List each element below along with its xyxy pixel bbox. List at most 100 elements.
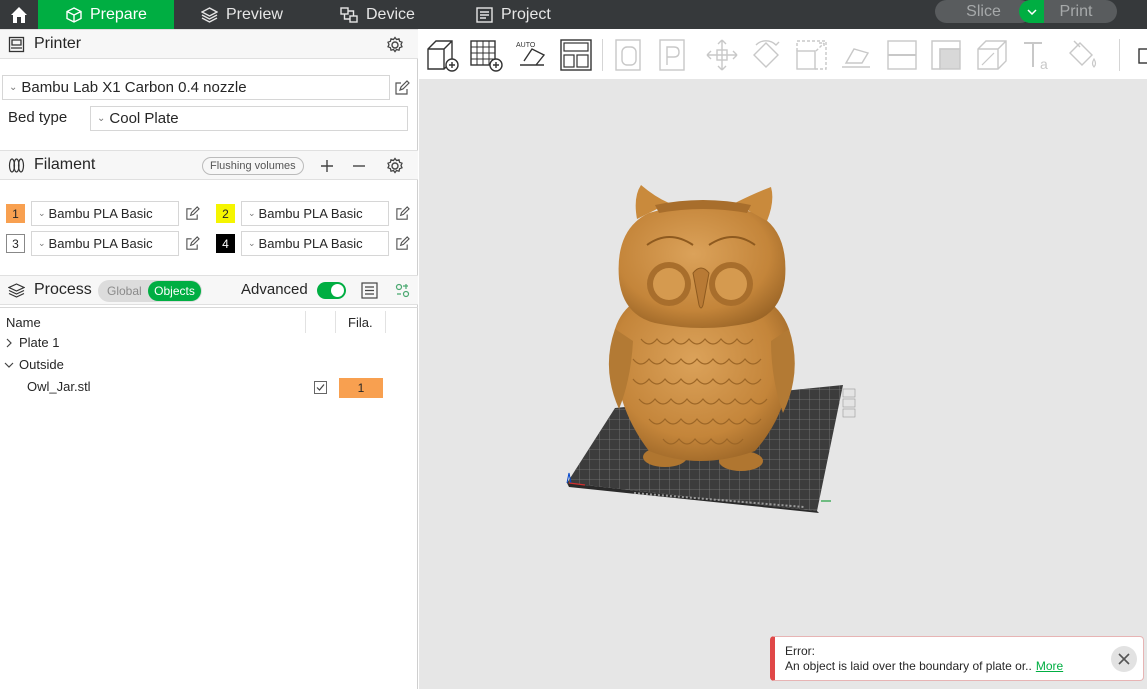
tree-item-object[interactable]: Owl_Jar.stl xyxy=(27,379,91,394)
filament-select-4[interactable]: ⌄ Bambu PLA Basic xyxy=(241,231,389,256)
global-option[interactable]: Global xyxy=(107,284,142,298)
tab-prepare[interactable]: Prepare xyxy=(38,0,174,29)
move-icon[interactable] xyxy=(704,37,740,73)
filament-num: 1 xyxy=(12,206,19,221)
divider xyxy=(385,311,386,333)
error-more-link[interactable]: More xyxy=(1036,659,1063,673)
arrange-icon[interactable] xyxy=(558,37,594,73)
top-bar: Prepare Preview Device Project Slice Pri… xyxy=(0,0,1147,29)
tab-label: Prepare xyxy=(90,5,147,23)
error-message-line: An object is laid over the boundary of p… xyxy=(785,659,1063,673)
print-button[interactable]: Print xyxy=(1019,0,1117,23)
object-filament-num: 1 xyxy=(357,381,365,395)
chevron-down-icon: ⌄ xyxy=(248,208,256,218)
auto-orient-icon[interactable]: AUTO xyxy=(514,37,550,73)
global-objects-toggle[interactable]: Global Objects xyxy=(98,280,202,302)
color-paint-icon[interactable] xyxy=(1064,37,1100,73)
filament-num: 2 xyxy=(222,206,229,221)
cut-icon[interactable] xyxy=(884,37,920,73)
edit-icon[interactable] xyxy=(185,206,200,221)
chevron-down-icon[interactable] xyxy=(4,360,14,370)
objects-option[interactable]: Objects xyxy=(148,281,201,301)
flushing-volumes-button[interactable]: Flushing volumes xyxy=(202,157,304,175)
slice-button[interactable]: Slice xyxy=(935,0,1032,23)
plate-paint-icon[interactable] xyxy=(656,37,692,73)
add-object-icon[interactable] xyxy=(424,37,460,73)
edit-icon[interactable] xyxy=(185,236,200,251)
filament-name: Bambu PLA Basic xyxy=(48,236,153,251)
support-paint-icon[interactable] xyxy=(974,37,1010,73)
error-title: Error: xyxy=(785,644,815,658)
column-header-name[interactable]: Name xyxy=(6,311,41,333)
chevron-down-icon: ⌄ xyxy=(9,82,18,93)
tab-project[interactable]: Project xyxy=(476,0,551,29)
edit-icon[interactable] xyxy=(395,206,410,221)
tab-device[interactable]: Device xyxy=(340,0,415,29)
left-panel: Printer ⌄ Bambu Lab X1 Carbon 0.4 nozzle… xyxy=(0,29,418,689)
tree-item-plate[interactable]: Plate 1 xyxy=(4,335,59,350)
lay-on-face-icon[interactable] xyxy=(838,37,874,73)
error-notification: Error: An object is laid over the bounda… xyxy=(770,636,1144,681)
filament-swatch-3[interactable]: 3 xyxy=(6,234,25,253)
plate-slot-icon[interactable] xyxy=(612,37,648,73)
checkbox-icon[interactable] xyxy=(314,381,327,394)
chevron-down-icon: ⌄ xyxy=(38,238,46,248)
home-icon xyxy=(11,6,27,23)
filament-swatch-4[interactable]: 4 xyxy=(216,234,235,253)
edit-icon[interactable] xyxy=(394,80,410,96)
add-plate-icon[interactable] xyxy=(468,37,504,73)
add-icon[interactable] xyxy=(320,159,334,173)
error-close-button[interactable] xyxy=(1111,646,1137,672)
divider xyxy=(305,311,306,333)
owl-model[interactable] xyxy=(608,185,795,471)
list-icon[interactable] xyxy=(361,282,378,299)
gear-icon[interactable] xyxy=(386,157,404,175)
svg-text:AUTO: AUTO xyxy=(516,42,536,49)
printer-section-header: Printer xyxy=(0,29,418,59)
svg-text:a: a xyxy=(1040,56,1048,72)
chevron-down-icon xyxy=(1026,8,1037,15)
build-scene[interactable] xyxy=(419,79,1147,689)
gear-icon[interactable] xyxy=(386,36,404,54)
printer-select[interactable]: ⌄ Bambu Lab X1 Carbon 0.4 nozzle xyxy=(2,75,390,100)
text-icon[interactable]: a xyxy=(1020,37,1056,73)
tree-item-group[interactable]: Outside xyxy=(4,357,64,372)
divider xyxy=(0,307,418,308)
edit-icon[interactable] xyxy=(395,236,410,251)
filament-swatch-2[interactable]: 2 xyxy=(216,204,235,223)
object-label: Owl_Jar.stl xyxy=(27,379,91,394)
filament-select-2[interactable]: ⌄ Bambu PLA Basic xyxy=(241,201,389,226)
3d-viewport[interactable] xyxy=(419,79,1147,689)
compare-icon[interactable] xyxy=(395,283,410,298)
more-tools-icon[interactable] xyxy=(1131,37,1147,73)
print-dropdown[interactable] xyxy=(1019,0,1044,23)
chevron-right-icon[interactable] xyxy=(4,338,14,348)
process-icon xyxy=(8,282,25,299)
rotate-icon[interactable] xyxy=(748,37,784,73)
printer-icon xyxy=(8,36,25,53)
home-button[interactable] xyxy=(0,0,38,29)
tab-label: Device xyxy=(366,5,415,23)
switch-knob xyxy=(331,284,344,297)
bed-type-select[interactable]: ⌄ Cool Plate xyxy=(90,106,408,131)
boolean-icon[interactable] xyxy=(928,37,964,73)
tab-preview[interactable]: Preview xyxy=(201,0,283,29)
filament-swatch-1[interactable]: 1 xyxy=(6,204,25,223)
scale-icon[interactable] xyxy=(794,37,830,73)
column-header-fila[interactable]: Fila. xyxy=(348,311,373,333)
filament-num: 4 xyxy=(222,236,229,251)
column-name-label: Name xyxy=(6,314,41,330)
filament-select-3[interactable]: ⌄ Bambu PLA Basic xyxy=(31,231,179,256)
filament-num: 3 xyxy=(12,236,19,251)
remove-icon[interactable] xyxy=(352,159,366,173)
advanced-switch[interactable] xyxy=(317,282,346,299)
layers-icon xyxy=(201,6,218,23)
object-filament-badge[interactable]: 1 xyxy=(339,378,383,398)
process-title: Process xyxy=(34,281,92,298)
error-message: An object is laid over the boundary of p… xyxy=(785,659,1032,673)
tab-label: Project xyxy=(501,5,551,23)
column-fila-label: Fila. xyxy=(348,314,373,330)
viewport-toolbar: AUTO a xyxy=(419,29,1147,79)
filament-name: Bambu PLA Basic xyxy=(258,206,363,221)
filament-select-1[interactable]: ⌄ Bambu PLA Basic xyxy=(31,201,179,226)
